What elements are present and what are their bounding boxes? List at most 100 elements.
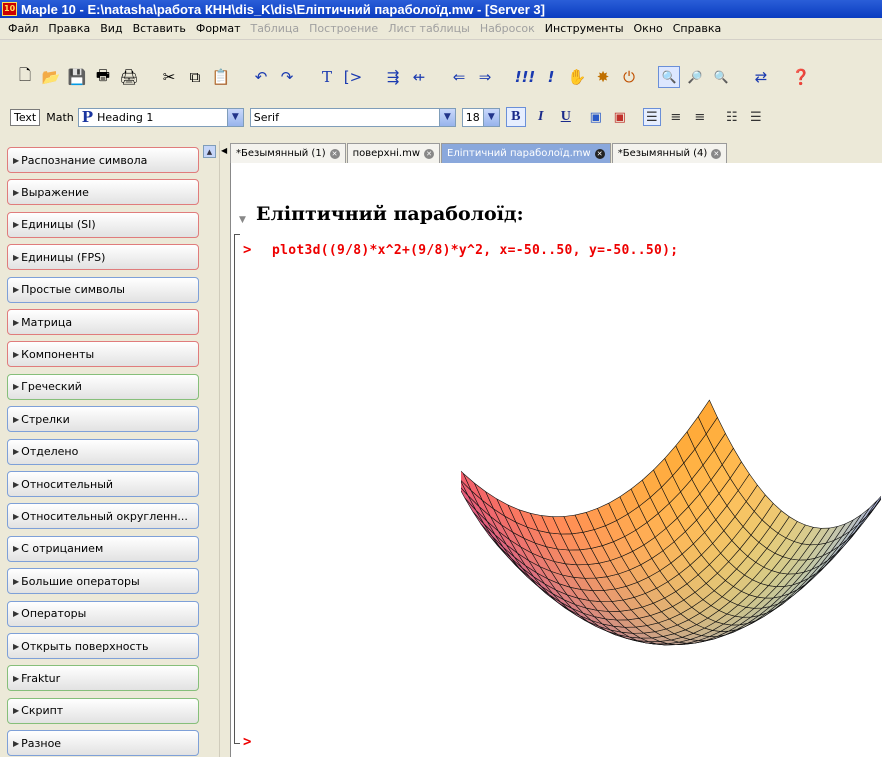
chevron-down-icon[interactable]: ▼	[226, 108, 243, 126]
palette-item[interactable]: ▶ Матрица	[7, 309, 199, 335]
palette-item[interactable]: ▶ Большие операторы	[7, 568, 199, 595]
menu-help[interactable]: Справка	[668, 22, 726, 35]
section-collapse-icon[interactable]: ▼	[239, 215, 246, 225]
chevron-down-icon[interactable]: ▼	[482, 108, 499, 126]
paste-icon[interactable]: 📋	[210, 66, 232, 88]
math-mode-button[interactable]: Math	[46, 111, 74, 124]
palette-item[interactable]: ▶ Относительный округленн...	[7, 503, 199, 530]
zoom-150-icon[interactable]: 🔎	[684, 66, 706, 88]
menu-format[interactable]: Формат	[191, 22, 246, 35]
palette-sidebar: ▶ Распознание символа ▶ Выражение ▶ Единицы (…	[0, 141, 219, 757]
save-icon[interactable]: 💾	[66, 66, 88, 88]
sidebar-splitter[interactable]	[219, 141, 229, 757]
palette-item[interactable]: ▶ Простые символы	[7, 276, 199, 303]
insert-text-icon[interactable]: T	[316, 66, 338, 88]
print-preview-icon[interactable]: 🖨	[118, 66, 140, 88]
palette-item[interactable]: ▶ Греческий	[7, 373, 199, 400]
palette-item[interactable]: ▶ Распознание символа	[7, 147, 199, 173]
palette-item[interactable]: ▶ Скрипт	[7, 697, 199, 724]
menu-tools[interactable]: Инструменты	[540, 22, 629, 35]
bullet-list-icon[interactable]: ☷	[723, 108, 741, 126]
menu-file[interactable]: Файл	[3, 22, 43, 35]
stop-hand-icon[interactable]: ✋	[566, 66, 588, 88]
chevron-down-icon[interactable]: ▼	[438, 108, 455, 126]
help-icon[interactable]: ❓	[790, 66, 812, 88]
palette-item[interactable]: ▶ С отрицанием	[7, 535, 199, 562]
paragraph-style-select[interactable]: P Heading 1 ▼	[77, 107, 244, 127]
align-right-icon[interactable]: ≡	[691, 108, 709, 126]
bold-button[interactable]: B	[505, 107, 526, 127]
worksheet[interactable]: ▼ Еліптичний параболоїд: > plot3d((9/8)*…	[230, 163, 882, 757]
document-tab[interactable]: Еліптичний параболоїд.mw ✕	[441, 143, 611, 163]
close-icon[interactable]: ✕	[594, 148, 605, 159]
expand-arrow-icon: ▶	[13, 544, 20, 554]
expand-arrow-icon: ▶	[13, 349, 20, 359]
zoom-200-icon[interactable]: 🔍	[710, 66, 732, 88]
close-icon[interactable]: ✕	[329, 148, 340, 159]
palette-item[interactable]: ▶ Относительный	[7, 471, 199, 497]
insert-prompt-icon[interactable]: [>	[342, 66, 364, 88]
forward-arrow-icon[interactable]: ⇒	[474, 66, 496, 88]
menu-insert[interactable]: Вставить	[128, 22, 191, 35]
palette-item[interactable]: ▶ Стрелки	[7, 406, 199, 433]
menu-spreadsheet[interactable]: Лист таблицы	[383, 22, 475, 35]
palette-item[interactable]: ▶ Fraktur	[7, 665, 199, 692]
align-left-icon[interactable]: ☰	[642, 108, 661, 126]
menu-sketch[interactable]: Набросок	[475, 22, 540, 35]
surface-patch	[857, 500, 878, 525]
text-mode-button[interactable]: Text	[10, 108, 41, 126]
section-heading[interactable]: Еліптичний параболоїд:	[256, 203, 524, 225]
palette-item[interactable]: ▶ Разное	[7, 730, 199, 757]
close-icon[interactable]: ✕	[424, 148, 434, 159]
undo-icon[interactable]: ↶	[250, 66, 272, 88]
menu-plot[interactable]: Построение	[304, 22, 383, 35]
font-select[interactable]: Serif ▼	[249, 107, 456, 127]
numbered-list-icon[interactable]: ☰	[747, 108, 765, 126]
document-tab[interactable]: *Безымянный (4) ✕	[611, 143, 728, 163]
palette-item[interactable]: ▶ Открыть поверхность	[7, 633, 199, 659]
3d-surface-plot[interactable]	[461, 333, 881, 713]
palette-item[interactable]: ▶ Выражение	[7, 179, 199, 206]
new-document-icon[interactable]: 🗋	[14, 66, 36, 88]
font-size-select[interactable]: 18 ▼	[461, 107, 500, 127]
collapse-arrow-icon[interactable]: ◀	[221, 146, 227, 155]
document-tab[interactable]: поверхні.mw ✕	[346, 143, 440, 163]
palette-label: Выражение	[21, 185, 89, 199]
print-icon[interactable]: 🖶	[92, 66, 114, 88]
maple-command[interactable]: plot3d((9/8)*x^2+(9/8)*y^2, x=-50..50, y…	[272, 243, 678, 258]
palette-item[interactable]: ▶ Компоненты	[7, 341, 199, 368]
cut-icon[interactable]: ✂	[158, 66, 180, 88]
document-tab[interactable]: *Безымянный (1) ✕	[230, 143, 346, 163]
execute-all-icon[interactable]: !!!	[514, 66, 536, 88]
menu-table[interactable]: Таблица	[245, 22, 304, 35]
menu-edit[interactable]: Правка	[43, 22, 95, 35]
palette-item[interactable]: ▶ Единицы (FPS)	[7, 244, 199, 271]
redo-icon[interactable]: ↷	[276, 66, 298, 88]
palette-item[interactable]: ▶ Отделено	[7, 438, 199, 465]
back-arrow-icon[interactable]: ⇐	[448, 66, 470, 88]
palette-item[interactable]: ▶ Единицы (SI)	[7, 211, 199, 238]
palette-label: Отделено	[21, 445, 79, 459]
debug-icon[interactable]: ✸	[592, 66, 614, 88]
execute-icon[interactable]: !	[540, 66, 562, 88]
outdent-icon[interactable]: ⇷	[408, 66, 430, 88]
align-center-icon[interactable]: ≡	[667, 108, 685, 126]
highlight-color-icon[interactable]: ▣	[611, 108, 629, 126]
palette-label: Единицы (SI)	[21, 218, 96, 232]
paragraph-style-icon: P	[81, 108, 94, 126]
menu-window[interactable]: Окно	[629, 22, 668, 35]
scroll-up-icon[interactable]: ▲	[203, 145, 216, 158]
copy-icon[interactable]: ⧉	[184, 66, 206, 88]
restart-icon[interactable]: ⏻	[618, 66, 640, 88]
close-icon[interactable]: ✕	[711, 148, 722, 159]
zoom-100-icon[interactable]: 🔍	[658, 66, 680, 88]
underline-button[interactable]: U	[556, 107, 576, 127]
italic-button[interactable]: I	[531, 107, 551, 127]
menu-view[interactable]: Вид	[95, 22, 127, 35]
recalc-icon[interactable]: ⇄	[750, 66, 772, 88]
open-folder-icon[interactable]: 📂	[40, 66, 62, 88]
palette-item[interactable]: ▶ Операторы	[7, 600, 199, 627]
indent-icon[interactable]: ⇶	[382, 66, 404, 88]
empty-prompt[interactable]: >	[243, 734, 251, 750]
text-color-icon[interactable]: ▣	[587, 108, 605, 126]
